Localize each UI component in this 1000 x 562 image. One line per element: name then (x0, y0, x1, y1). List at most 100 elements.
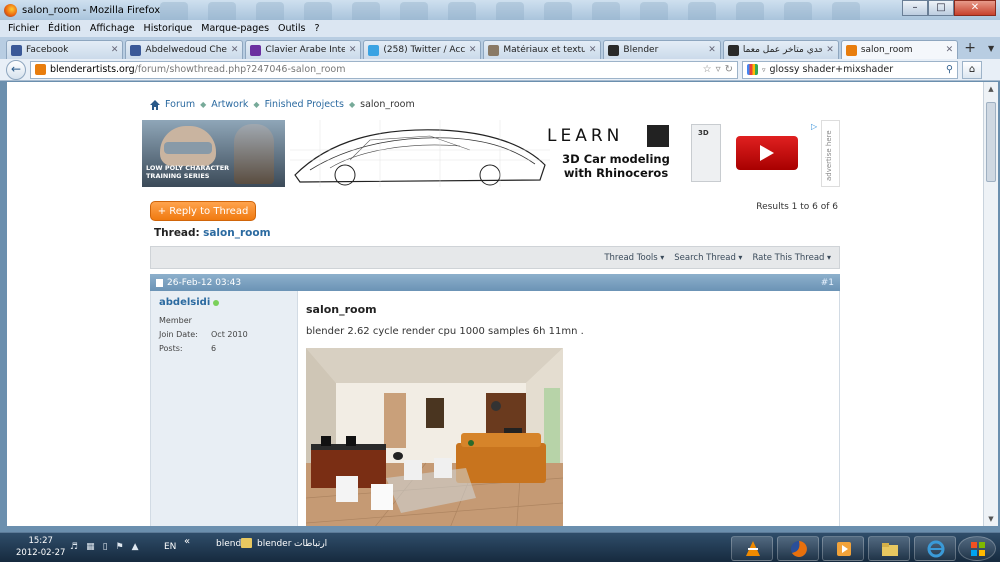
close-tab-icon[interactable]: ✕ (589, 45, 597, 55)
tab-label: Facebook (26, 45, 69, 55)
post-body: abdelsidi Member Join Date: Oct 2010 Pos… (150, 291, 840, 526)
volume-icon[interactable]: ♬ (70, 542, 78, 552)
url-bar[interactable]: blenderartists.org/forum/showthread.php?… (30, 60, 738, 79)
search-bar[interactable]: ▿ glossy shader+mixshader ⚲ (742, 60, 958, 79)
tab-list-button[interactable]: ▼ (982, 40, 1000, 59)
video-play-icon[interactable] (736, 136, 798, 170)
show-hidden-icons[interactable]: ▲ (132, 542, 139, 552)
breadcrumb-finished-projects[interactable]: Finished Projects (265, 99, 344, 110)
advertise-here-text: advertise here (825, 130, 833, 181)
search-icon[interactable]: ⚲ (946, 64, 953, 75)
thread-name-link[interactable]: salon_room (203, 227, 270, 239)
character-training-ad-image[interactable]: LOW POLY CHARACTER TRAINING SERIES (142, 120, 285, 187)
breadcrumb-artwork[interactable]: Artwork (211, 99, 248, 110)
navigation-bar: ← blenderartists.org/forum/showthread.ph… (0, 59, 1000, 81)
language-indicator[interactable]: EN (164, 542, 176, 552)
search-thread-menu[interactable]: Search Thread (674, 253, 742, 263)
close-tab-icon[interactable]: ✕ (826, 45, 834, 55)
tab-materiaux[interactable]: Matériaux et textures... ✕ (483, 40, 602, 59)
tab-facebook[interactable]: Facebook ✕ (6, 40, 124, 59)
system-clock[interactable]: 15:27 2012-02-27 (16, 535, 65, 559)
start-button[interactable] (958, 536, 996, 561)
reload-icon[interactable]: ↻ (725, 64, 733, 75)
adchoices-icon[interactable]: ▷ (811, 122, 817, 131)
url-path: /forum/showthread.php?247046-salon_room (134, 64, 346, 75)
tab-clavier-arabe[interactable]: Clavier Arabe Intellig... ✕ (245, 40, 362, 59)
new-tab-button[interactable]: + (960, 40, 980, 59)
close-tab-icon[interactable]: ✕ (111, 45, 119, 55)
vlc-taskbar-button[interactable] (731, 536, 773, 561)
advertise-here-link[interactable]: advertise here (821, 120, 840, 187)
search-engine-dropdown-icon[interactable]: ▿ (762, 66, 766, 74)
history-dropdown-icon[interactable]: ▿ (716, 64, 721, 75)
breadcrumb-forum[interactable]: Forum (165, 99, 195, 110)
media-player-icon (837, 542, 851, 556)
reply-to-thread-button[interactable]: + Reply to Thread (150, 201, 256, 221)
menu-affichage[interactable]: Affichage (90, 23, 135, 34)
breadcrumb-separator-icon: ◆ (348, 100, 356, 109)
post-number-link[interactable]: #1 (821, 278, 834, 288)
home-button[interactable]: ⌂ (962, 60, 982, 79)
menu-historique[interactable]: Historique (144, 23, 193, 34)
action-center-flag-icon[interactable]: ⚑ (116, 542, 124, 552)
close-tab-icon[interactable]: ✕ (946, 45, 954, 55)
breadcrumb: Forum ◆ Artwork ◆ Finished Projects ◆ sa… (150, 99, 415, 110)
user-rank: Member (159, 316, 192, 325)
breadcrumb-separator-icon: ◆ (253, 100, 260, 109)
close-tab-icon[interactable]: ✕ (349, 45, 357, 55)
scroll-up-icon[interactable]: ▲ (984, 82, 998, 96)
taskbar-item-blend[interactable]: blend (216, 539, 241, 549)
menu-bar: Fichier Édition Affichage Historique Mar… (0, 20, 1000, 37)
home-icon[interactable] (150, 99, 160, 110)
clock-time: 15:27 (28, 536, 53, 546)
network-icon[interactable]: ▦ (86, 542, 95, 552)
minimize-button[interactable]: – (902, 0, 928, 16)
site-icon (35, 64, 46, 75)
tab-label: (258) Twitter / Accueil (383, 45, 465, 55)
menu-fichier[interactable]: Fichier (8, 23, 39, 34)
firefox-taskbar-button[interactable] (777, 536, 819, 561)
tab-twitter[interactable]: (258) Twitter / Accueil ✕ (363, 40, 482, 59)
post-title: salon_room (306, 303, 377, 316)
folder-icon (882, 543, 898, 556)
explorer-taskbar-button[interactable] (868, 536, 910, 561)
media-player-taskbar-button[interactable] (822, 536, 864, 561)
blender-icon (727, 44, 739, 56)
menu-edition[interactable]: Édition (48, 23, 81, 34)
tab-arabic[interactable]: تحدي متأخر عمل معما... ✕ (722, 40, 839, 59)
close-tab-icon[interactable]: ✕ (469, 45, 477, 55)
close-button[interactable]: ✕ (954, 0, 996, 16)
tab-label: Blender (623, 45, 659, 55)
menu-marque-pages[interactable]: Marque-pages (201, 23, 269, 34)
back-button[interactable]: ← (6, 59, 26, 80)
taskbar-item-blender[interactable]: blender (257, 539, 291, 549)
search-input[interactable]: glossy shader+mixshader (770, 64, 894, 75)
maximize-button[interactable]: □ (928, 0, 954, 16)
system-tray: ♬ ▦ ▯ ⚑ ▲ (70, 542, 139, 552)
internet-explorer-taskbar-button[interactable] (914, 536, 956, 561)
menu-help[interactable]: ? (314, 23, 319, 34)
scroll-down-icon[interactable]: ▼ (984, 512, 998, 526)
advertisement-banner[interactable]: LOW POLY CHARACTER TRAINING SERIES LEARN… (142, 120, 840, 187)
menu-outils[interactable]: Outils (278, 23, 305, 34)
car-wireframe-image (290, 120, 550, 187)
taskbar-item-arabic[interactable]: ارتباطات (294, 539, 327, 549)
close-tab-icon[interactable]: ✕ (708, 45, 716, 55)
vertical-scrollbar[interactable]: ▲ ▼ (983, 82, 998, 526)
tab-label: Clavier Arabe Intellig... (265, 45, 345, 55)
power-icon[interactable]: ▯ (103, 542, 108, 552)
firefox-icon (4, 3, 17, 17)
rate-thread-menu[interactable]: Rate This Thread (752, 253, 831, 263)
tab-salon-room[interactable]: salon_room ✕ (840, 40, 959, 59)
post-content: salon_room blender 2.62 cycle render cpu… (306, 303, 584, 526)
toolbar-expand-icon[interactable]: « (184, 536, 190, 547)
post-date: 26-Feb-12 03:43 (167, 277, 242, 288)
tab-blender[interactable]: Blender ✕ (603, 40, 721, 59)
scrollbar-thumb[interactable] (986, 102, 996, 182)
close-tab-icon[interactable]: ✕ (231, 45, 239, 55)
tab-abdelwedoud[interactable]: Abdelwedoud Cheikh ✕ (125, 40, 244, 59)
salon-room-render-image[interactable] (306, 348, 563, 526)
username-link[interactable]: abdelsidi (159, 297, 210, 308)
bookmark-star-icon[interactable]: ☆ (703, 64, 712, 75)
thread-tools-menu[interactable]: Thread Tools (604, 253, 664, 263)
